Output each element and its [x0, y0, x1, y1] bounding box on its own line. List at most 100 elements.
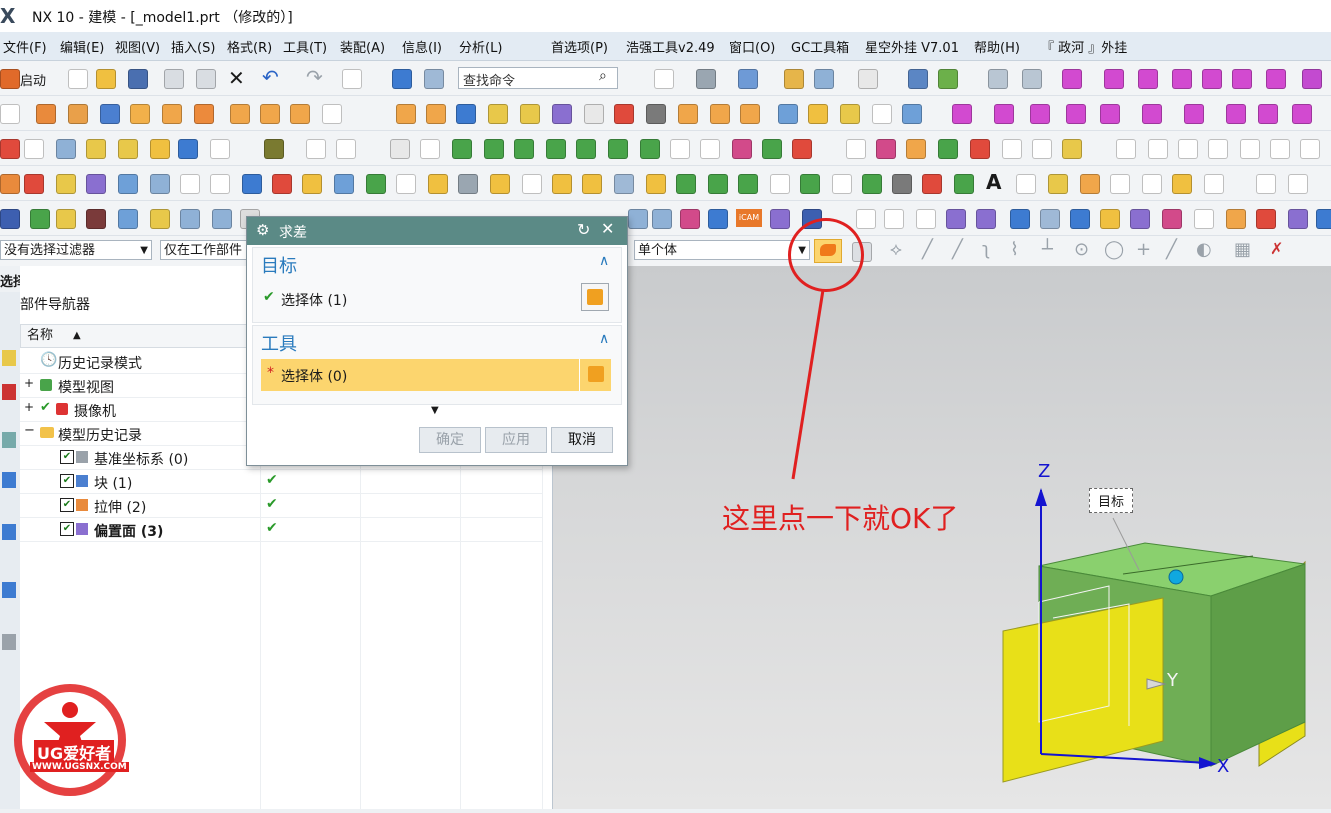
check-geometry-icon[interactable] [970, 139, 990, 159]
extract-icon[interactable] [150, 139, 170, 159]
tree-row-offset-face[interactable]: ✔ 偏置面 (3) ✔ [20, 517, 542, 542]
snap-perpendicular-icon[interactable]: ┴ [1042, 239, 1053, 260]
unite-icon[interactable] [322, 104, 342, 124]
trim-body-icon[interactable] [396, 104, 416, 124]
snap-bounding-icon[interactable]: ▦ [1234, 239, 1251, 260]
menu-window[interactable]: 窗口(O) [729, 37, 775, 56]
arc-icon[interactable] [1148, 139, 1168, 159]
swept-icon[interactable] [808, 104, 828, 124]
open-folder-icon[interactable] [96, 69, 116, 89]
plugin-tool-22-icon[interactable] [646, 174, 666, 194]
misc-tool-5-icon[interactable] [118, 209, 138, 229]
resource-palette-icon[interactable] [2, 582, 16, 598]
plugin-tool-12-icon[interactable] [334, 174, 354, 194]
line-icon[interactable] [1116, 139, 1136, 159]
label-notch-icon[interactable] [762, 139, 782, 159]
menu-edit[interactable]: 编辑(E) [60, 37, 104, 56]
extrude-icon[interactable] [36, 104, 56, 124]
plugin-tool-27-icon[interactable] [800, 174, 820, 194]
offset-region-icon[interactable] [484, 139, 504, 159]
plugin-tool-15-icon[interactable] [428, 174, 448, 194]
menu-file[interactable]: 文件(F) [3, 37, 47, 56]
orient-view-icon[interactable] [738, 69, 758, 89]
color-icon[interactable] [264, 139, 284, 159]
edit-section-icon[interactable] [858, 69, 878, 89]
plugin-tool-34-icon[interactable] [1048, 174, 1068, 194]
snap-control-icon[interactable]: ╱ [952, 239, 963, 260]
reset-icon[interactable]: ↻ [577, 220, 590, 239]
snap-curve-icon[interactable]: ʅ [982, 239, 990, 260]
misc-tool-10-icon[interactable] [628, 209, 648, 229]
tree-row-extrude[interactable]: ✔ 拉伸 (2) ✔ [20, 493, 542, 518]
plugin-tool-39-icon[interactable] [1204, 174, 1224, 194]
snap-icon[interactable] [392, 69, 412, 89]
extend-sheet-icon[interactable] [1100, 104, 1120, 124]
point-icon[interactable] [24, 139, 44, 159]
layer-icon[interactable] [814, 69, 834, 89]
plugin-tool-3-icon[interactable] [56, 174, 76, 194]
spline-icon[interactable] [1240, 139, 1260, 159]
plugin-tool-26-icon[interactable] [770, 174, 790, 194]
snap-on-curve-icon[interactable]: ╱ [1166, 239, 1177, 260]
enlarge-icon[interactable] [1226, 104, 1246, 124]
icam-icon[interactable]: iCAM [736, 209, 762, 227]
menu-haoqiang-tools[interactable]: 浩强工具v2.49 [626, 37, 715, 56]
layer-settings-icon[interactable] [846, 139, 866, 159]
variable-offset-icon[interactable] [1184, 104, 1204, 124]
make-coaxial-icon[interactable] [640, 139, 660, 159]
move-layer-icon[interactable] [876, 139, 896, 159]
misc-tool-17-icon[interactable] [884, 209, 904, 229]
grid-icon[interactable] [700, 139, 720, 159]
split-body-icon[interactable] [426, 104, 446, 124]
plugin-tool-32-icon[interactable] [954, 174, 974, 194]
offset-face-icon[interactable] [584, 104, 604, 124]
menu-information[interactable]: 信息(I) [402, 37, 442, 56]
datum-plane-icon[interactable] [56, 139, 76, 159]
cylinder-icon[interactable] [130, 104, 150, 124]
plugin-tool-1-icon[interactable] [0, 174, 20, 194]
annotation-icon[interactable] [1032, 139, 1052, 159]
revolve-icon[interactable] [68, 104, 88, 124]
command-search-input[interactable]: 查找命令 ⌕ [458, 67, 618, 89]
search-icon[interactable]: ⌕ [599, 68, 607, 84]
sphere-icon[interactable] [194, 104, 214, 124]
checkbox-checked-icon[interactable]: ✔ [60, 474, 74, 488]
snap-endpoint-icon[interactable]: ⟡ [890, 239, 902, 260]
ab-icon[interactable] [420, 139, 440, 159]
copy-icon[interactable] [164, 69, 184, 89]
menu-insert[interactable]: 插入(S) [171, 37, 215, 56]
plugin-tool-6-icon[interactable] [150, 174, 170, 194]
resource-history-icon[interactable] [2, 472, 16, 488]
chamfer-icon[interactable] [488, 104, 508, 124]
tool-select-row[interactable]: * 选择体 (0) [261, 359, 611, 391]
misc-tool-21-icon[interactable] [1070, 209, 1090, 229]
plugin-tool-36-icon[interactable] [1110, 174, 1130, 194]
wcs-absolute-icon[interactable] [1202, 69, 1222, 89]
misc-tool-16-icon[interactable] [856, 209, 876, 229]
polygon-icon[interactable] [1208, 139, 1228, 159]
collapse-icon[interactable]: − [24, 423, 35, 438]
plugin-tool-25-icon[interactable] [738, 174, 758, 194]
plugin-tool-38-icon[interactable] [1172, 174, 1192, 194]
misc-tool-28-icon[interactable] [1288, 209, 1308, 229]
dialog-title-bar[interactable]: ⚙ 求差 ↻ ✕ [247, 217, 627, 245]
menu-preferences[interactable]: 首选项(P) [551, 37, 608, 56]
offset-surface-icon[interactable] [1142, 104, 1162, 124]
resource-library-icon[interactable] [2, 524, 16, 540]
close-icon[interactable]: ✕ [601, 219, 614, 238]
wcs-display-icon[interactable] [1266, 69, 1286, 89]
plugin-tool-18-icon[interactable] [522, 174, 542, 194]
menu-gc-toolbox[interactable]: GC工具箱 [791, 37, 849, 56]
expand-icon[interactable]: + [24, 376, 34, 390]
arrow-right-icon[interactable] [976, 209, 996, 229]
menu-format[interactable]: 格式(R) [227, 37, 272, 56]
type-filter-select[interactable]: 没有选择过滤器 ▼ [0, 240, 152, 260]
graphics-window[interactable]: Z X Y 目标 [553, 266, 1331, 809]
plugin-tool-4-icon[interactable] [86, 174, 106, 194]
pull-face-sync-icon[interactable] [452, 139, 472, 159]
expand-icon[interactable]: + [24, 400, 34, 414]
bounded-plane-icon[interactable] [872, 104, 892, 124]
snap-quadrant-icon[interactable]: ◯ [1104, 239, 1124, 260]
shapes-icon[interactable] [792, 139, 812, 159]
plugin-tool-31-icon[interactable] [922, 174, 942, 194]
